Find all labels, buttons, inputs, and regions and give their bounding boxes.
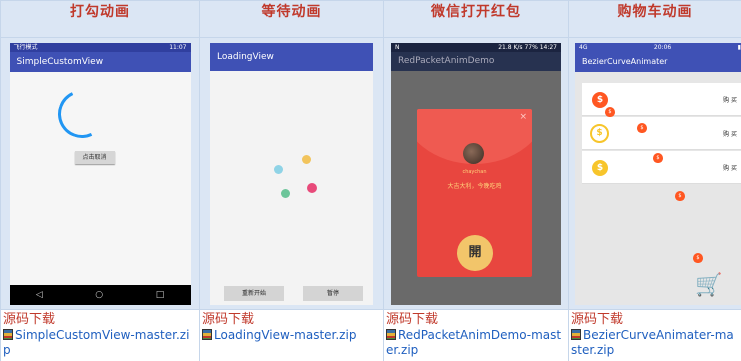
button-row: 重新开始 暂停 xyxy=(224,286,363,301)
recents-icon[interactable]: □ xyxy=(156,290,165,300)
shot-cell-2: LoadingView 重新开始 暂停 xyxy=(199,37,384,310)
status-time: 20:06 xyxy=(653,44,672,51)
zip-icon xyxy=(202,329,212,340)
download-cell-3: 源码下载 RedPacketAnimDemo-master.zip xyxy=(383,309,569,361)
zip-icon xyxy=(3,329,13,340)
cancel-button[interactable]: 点击取消 xyxy=(74,151,115,164)
greeting-text: 大吉大利，今晚吃鸡 xyxy=(447,183,502,190)
red-packet-dialog: × chaychan 大吉大利，今晚吃鸡 開 xyxy=(417,109,532,277)
download-filename[interactable]: LoadingView-master.zip xyxy=(214,328,356,342)
header-check-anim: 打勾动画 xyxy=(0,0,200,38)
loading-dot-green xyxy=(281,189,290,198)
phone-simple-custom-view: 飞行模式 11:07 SimpleCustomView 点击取消 ◁ ○ □ xyxy=(9,43,191,305)
restart-button[interactable]: 重新开始 xyxy=(224,286,284,301)
flying-bag-icon: $ xyxy=(693,253,703,263)
flying-bag-icon: $ xyxy=(637,123,647,133)
header-loading-anim: 等待动画 xyxy=(199,0,384,38)
status-bar: 4G 20:06 ▮ xyxy=(575,43,741,52)
coin-icon: $ xyxy=(590,124,609,143)
download-filename[interactable]: SimpleCustomView-master.zip xyxy=(3,328,189,357)
header-cart-anim: 购物车动画 xyxy=(568,0,741,38)
header-red-packet: 微信打开红包 xyxy=(383,0,569,38)
phone-bezier-cart: 4G 20:06 ▮ BezierCurveAnimater $ 购 买 $ 购… xyxy=(575,43,741,305)
avatar xyxy=(463,143,484,164)
app-title: SimpleCustomView xyxy=(9,52,191,72)
download-label: 源码下载 xyxy=(202,312,255,327)
header-row: 打勾动画 等待动画 微信打开红包 购物车动画 xyxy=(0,0,741,38)
download-filename[interactable]: RedPacketAnimDemo-master.zip xyxy=(386,328,561,357)
download-link-3[interactable]: RedPacketAnimDemo-master.zip xyxy=(386,328,566,358)
flying-bag-icon: $ xyxy=(653,153,663,163)
download-link-1[interactable]: SimpleCustomView-master.zip xyxy=(3,328,197,358)
demo-table: 打勾动画 等待动画 微信打开红包 购物车动画 飞行模式 11:07 Simple… xyxy=(0,0,741,361)
flying-bag-icon: $ xyxy=(675,191,685,201)
loading-dot-yellow xyxy=(302,155,311,164)
money-bag-icon: $ xyxy=(592,92,608,108)
app-title: RedPacketAnimDemo xyxy=(391,52,561,71)
download-link-4[interactable]: BezierCurveAnimater-master.zip xyxy=(571,328,739,358)
shot-cell-4: 4G 20:06 ▮ BezierCurveAnimater $ 购 买 $ 购… xyxy=(568,37,741,310)
download-filename[interactable]: BezierCurveAnimater-master.zip xyxy=(571,328,734,357)
zip-icon xyxy=(386,329,396,340)
battery-icon: ▮ xyxy=(737,44,741,51)
gold-bag-icon: $ xyxy=(592,160,608,176)
status-time: 11:07 xyxy=(169,44,187,51)
shot-cell-3: N 21.8 K/s 77% 14:27 RedPacketAnimDemo ×… xyxy=(383,37,569,310)
status-bar: 飞行模式 11:07 xyxy=(9,43,191,52)
download-label: 源码下载 xyxy=(386,312,439,327)
sender-name: chaychan xyxy=(462,169,487,175)
loading-dot-pink xyxy=(307,183,317,193)
loading-arc-icon xyxy=(50,83,113,145)
download-cell-2: 源码下载 LoadingView-master.zip xyxy=(199,309,384,361)
home-icon[interactable]: ○ xyxy=(95,290,103,300)
app-title: BezierCurveAnimater xyxy=(575,52,741,72)
buy-button-3[interactable]: 购 买 xyxy=(723,163,737,172)
download-cell-1: 源码下载 SimpleCustomView-master.zip xyxy=(0,309,200,361)
flying-bag-icon: $ xyxy=(605,107,615,117)
status-left: 飞行模式 xyxy=(13,44,38,51)
download-row: 源码下载 SimpleCustomView-master.zip 源码下载 Lo… xyxy=(0,309,741,361)
download-label: 源码下载 xyxy=(3,312,56,327)
pause-button[interactable]: 暂停 xyxy=(303,286,363,301)
loading-dot-blue xyxy=(274,165,283,174)
open-button[interactable]: 開 xyxy=(457,235,493,271)
status-left: N xyxy=(395,44,400,51)
product-row-2: $ 购 买 xyxy=(582,117,741,150)
app-title: LoadingView xyxy=(210,43,373,71)
buy-button-1[interactable]: 购 买 xyxy=(723,95,737,104)
back-icon[interactable]: ◁ xyxy=(36,290,43,300)
shot-cell-1: 飞行模式 11:07 SimpleCustomView 点击取消 ◁ ○ □ xyxy=(0,37,200,310)
download-cell-4: 源码下载 BezierCurveAnimater-master.zip xyxy=(568,309,741,361)
status-bar: N 21.8 K/s 77% 14:27 xyxy=(391,43,561,52)
phone-red-packet: N 21.8 K/s 77% 14:27 RedPacketAnimDemo ×… xyxy=(391,43,561,305)
screenshot-row: 飞行模式 11:07 SimpleCustomView 点击取消 ◁ ○ □ L… xyxy=(0,37,741,310)
shopping-cart-icon[interactable]: 🛒 xyxy=(695,275,723,297)
phone-loading-view: LoadingView 重新开始 暂停 xyxy=(210,43,373,305)
download-link-2[interactable]: LoadingView-master.zip xyxy=(202,328,381,343)
status-right: 21.8 K/s 77% 14:27 xyxy=(498,44,557,51)
zip-icon xyxy=(571,329,581,340)
android-nav-bar: ◁ ○ □ xyxy=(9,285,191,305)
buy-button-2[interactable]: 购 买 xyxy=(723,129,737,138)
download-label: 源码下载 xyxy=(571,312,624,327)
close-icon[interactable]: × xyxy=(519,112,527,122)
status-left: 4G xyxy=(579,44,588,51)
